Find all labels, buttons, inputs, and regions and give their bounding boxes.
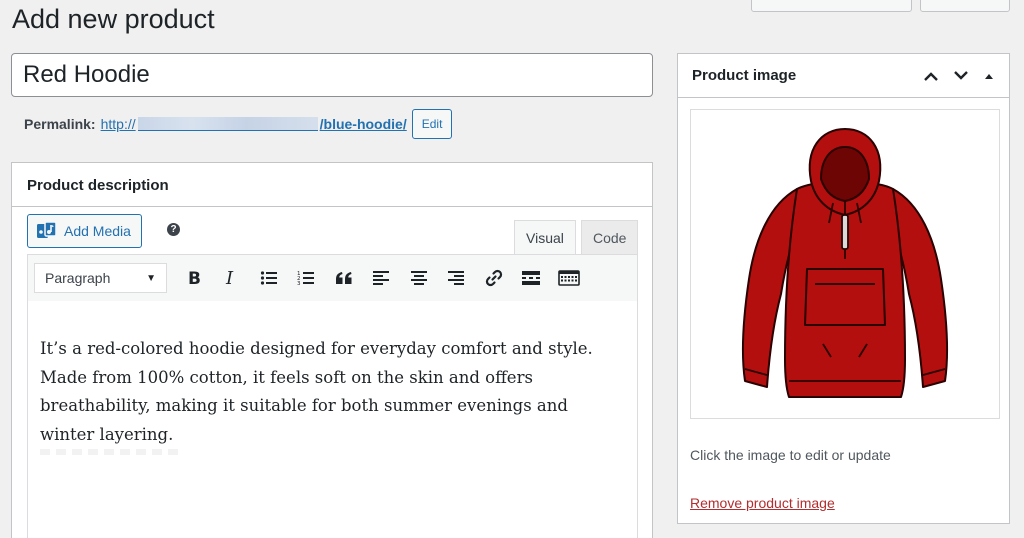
add-media-label: Add Media [64, 223, 131, 239]
link-icon[interactable] [475, 263, 513, 293]
top-action-button-2[interactable] [920, 0, 1010, 12]
product-image-header: Product image [678, 54, 1009, 98]
page-title: Add new product [12, 4, 215, 34]
blockquote-icon[interactable] [325, 263, 363, 293]
editor-body-text: It’s a red-colored hoodie designed for e… [40, 339, 593, 444]
svg-text:B: B [188, 269, 201, 287]
format-select[interactable]: Paragraph ▼ [34, 263, 167, 293]
panel-controls [923, 70, 995, 81]
align-right-icon[interactable] [438, 263, 476, 293]
add-media-button[interactable]: Add Media [27, 214, 142, 248]
bulleted-list-icon[interactable] [250, 263, 288, 293]
product-image-thumbnail[interactable] [690, 109, 1000, 419]
product-image-caption: Click the image to edit or update [690, 447, 891, 463]
bold-icon[interactable]: B [175, 263, 213, 293]
chevron-down-icon: ▼ [146, 272, 156, 284]
add-media-icon [37, 221, 57, 238]
product-title-input[interactable] [11, 53, 653, 97]
collapse-toggle-icon[interactable] [983, 71, 995, 81]
format-select-value: Paragraph [45, 270, 111, 286]
permalink-row: Permalink: http:// /blue-hoodie/ Edit [24, 109, 453, 139]
italic-icon[interactable]: I [213, 263, 251, 293]
numbered-list-icon[interactable]: 1 2 3 [288, 263, 326, 293]
help-icon[interactable]: ? [167, 223, 180, 236]
top-action-button-1[interactable] [751, 0, 912, 12]
permalink-link[interactable]: http:// /blue-hoodie/ [101, 116, 407, 132]
product-description-heading: Product description [12, 163, 652, 207]
product-image-heading: Product image [692, 67, 797, 84]
permalink-prefix: http:// [100, 116, 136, 132]
move-up-icon[interactable] [923, 71, 939, 81]
faded-text-line [40, 449, 180, 455]
remove-product-image-link[interactable]: Remove product image [690, 495, 835, 511]
svg-text:3: 3 [297, 281, 301, 286]
editor-content-area[interactable]: It’s a red-colored hoodie designed for e… [27, 301, 638, 538]
tab-code[interactable]: Code [581, 220, 639, 255]
toolbar-toggle-icon[interactable] [550, 263, 588, 293]
svg-text:I: I [225, 269, 234, 287]
permalink-edit-button[interactable]: Edit [411, 109, 453, 139]
move-down-icon[interactable] [953, 70, 969, 81]
product-image-box: Product image Click the image to edit or… [677, 53, 1010, 524]
read-more-icon[interactable] [513, 263, 551, 293]
align-left-icon[interactable] [363, 263, 401, 293]
permalink-label: Permalink: [24, 116, 96, 132]
editor-toolbar: Paragraph ▼ B I 1 2 3 [27, 254, 638, 302]
tab-visual[interactable]: Visual [514, 220, 576, 255]
product-description-box: Product description Add Media ? Visual C… [11, 162, 653, 538]
align-center-icon[interactable] [400, 263, 438, 293]
red-hoodie-image [741, 128, 949, 398]
permalink-slug: /blue-hoodie/ [319, 116, 407, 132]
permalink-redacted-domain [137, 117, 318, 131]
